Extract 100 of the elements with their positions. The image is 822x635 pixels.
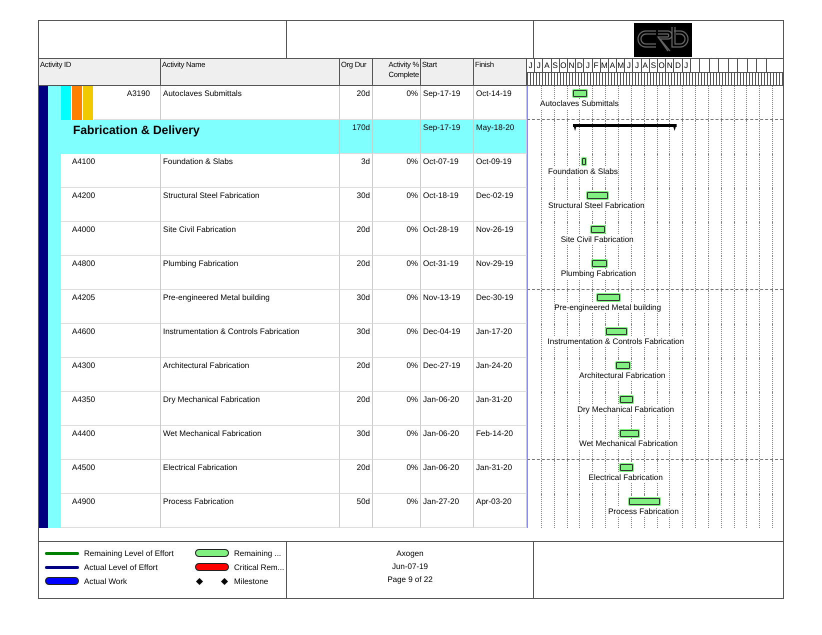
table-cell: Nov-13-19 xyxy=(421,290,474,324)
table-cell: 30d xyxy=(340,426,373,460)
activity-id: A4800 xyxy=(61,256,160,290)
month-label: A xyxy=(543,59,552,72)
table-cell: Jan-17-20 xyxy=(474,324,527,358)
activity-id: A4000 xyxy=(61,222,160,256)
month-label: F xyxy=(592,59,601,72)
table-cell: 0% xyxy=(373,494,421,528)
month-label: A xyxy=(608,59,618,72)
table-cell: Oct-07-19 xyxy=(421,154,474,188)
month-label: N xyxy=(568,59,576,72)
bar-label: Process Fabrication xyxy=(608,507,679,517)
month-label: J xyxy=(633,59,642,72)
legend-line-icon xyxy=(45,566,79,568)
table-cell: Site Civil Fabrication xyxy=(161,222,340,256)
month-label: N xyxy=(666,59,674,72)
activity-bar xyxy=(582,158,586,165)
table-cell: 3d xyxy=(340,154,373,188)
month-label: J xyxy=(527,59,536,72)
table-cell: Jan-06-20 xyxy=(421,426,474,460)
month-label: J xyxy=(625,59,634,72)
table-cell: Oct-18-19 xyxy=(421,188,474,222)
table-cell: 0% xyxy=(373,154,421,188)
table-cell: 0% xyxy=(373,222,421,256)
month-label: S xyxy=(650,59,658,72)
activity-id: A4200 xyxy=(61,188,160,222)
table-cell: Jan-06-20 xyxy=(421,392,474,426)
page-number: Page 9 of 22 xyxy=(387,574,433,585)
legend-label: Actual Work xyxy=(84,576,127,586)
activity-bar xyxy=(620,464,634,471)
table-cell: Dec-04-19 xyxy=(421,324,474,358)
table-cell: 30d xyxy=(340,290,373,324)
legend-bar-icon xyxy=(195,563,229,571)
table-cell: Electrical Fabrication xyxy=(161,460,340,494)
activity-bar xyxy=(620,430,639,437)
table-cell: Foundation & Slabs xyxy=(161,154,340,188)
month-label: M xyxy=(617,59,626,72)
table-cell: Jan-31-20 xyxy=(474,460,527,494)
legend-label: Actual Level of Effort xyxy=(84,562,158,572)
activity-bar xyxy=(620,396,634,403)
activity-bar xyxy=(597,294,620,301)
table-cell: Jan-24-20 xyxy=(474,358,527,392)
bar-label: Architectural Fabrication xyxy=(579,371,666,381)
activity-bar xyxy=(590,226,606,233)
month-label: D xyxy=(674,59,683,72)
table-cell: 0% xyxy=(373,426,421,460)
print-date: Jun-07-19 xyxy=(392,561,428,572)
table-cell: 20d xyxy=(340,222,373,256)
activity-id: A4100 xyxy=(61,154,160,188)
activity-id: A4400 xyxy=(61,426,160,460)
table-cell: 50d xyxy=(340,494,373,528)
bar-label: Instrumentation & Controls Fabrication xyxy=(548,337,684,347)
table-cell: Dry Mechanical Fabrication xyxy=(161,392,340,426)
table-cell: 0% xyxy=(373,324,421,358)
table-cell: Jan-27-20 xyxy=(421,494,474,528)
bar-label: Autoclaves Submittals xyxy=(540,99,619,109)
activity-bar xyxy=(592,260,607,267)
table-cell: Apr-03-20 xyxy=(474,494,527,528)
bar-label: Site Civil Fabrication xyxy=(560,235,634,245)
month-label: O xyxy=(560,59,568,72)
table-cell: Oct-31-19 xyxy=(421,256,474,290)
table-cell: Sep-17-19 xyxy=(421,120,474,154)
activity-bar xyxy=(586,192,608,199)
month-label: J xyxy=(584,59,592,72)
table-cell: Jan-06-20 xyxy=(421,460,474,494)
table-cell: 20d xyxy=(340,460,373,494)
bar-label: Pre-engineered Metal building xyxy=(554,303,662,313)
activity-id: A4600 xyxy=(61,324,160,358)
table-cell xyxy=(373,120,421,154)
table-cell: Process Fabrication xyxy=(161,494,340,528)
table-cell: 0% xyxy=(373,460,421,494)
table-cell: May-18-20 xyxy=(474,120,527,154)
legend-bar-icon xyxy=(45,577,79,585)
activity-bar xyxy=(606,328,628,335)
table-cell: 0% xyxy=(373,188,421,222)
table-cell: Wet Mechanical Fabrication xyxy=(161,426,340,460)
table-cell: Nov-26-19 xyxy=(474,222,527,256)
table-cell: Feb-14-20 xyxy=(474,426,527,460)
bar-label: Electrical Fabrication xyxy=(588,473,663,483)
month-label: O xyxy=(658,59,666,72)
table-cell: Jan-31-20 xyxy=(474,392,527,426)
activity-id: A4900 xyxy=(61,494,160,528)
table-cell: 0% xyxy=(373,290,421,324)
table-cell: 0% xyxy=(373,256,421,290)
bar-label: Structural Steel Fabrication xyxy=(548,201,645,211)
legend-label: Remaining ... xyxy=(234,548,282,558)
table-cell: 170d xyxy=(340,120,373,154)
table-cell: Oct-09-19 xyxy=(474,154,527,188)
table-cell: Oct-28-19 xyxy=(421,222,474,256)
table-cell: 30d xyxy=(340,324,373,358)
table-cell: Nov-29-19 xyxy=(474,256,527,290)
bar-label: Plumbing Fabrication xyxy=(560,269,636,279)
table-cell: Dec-30-19 xyxy=(474,290,527,324)
table-cell: 20d xyxy=(340,392,373,426)
activity-id: A4300 xyxy=(61,358,160,392)
table-cell: Plumbing Fabrication xyxy=(161,256,340,290)
table-cell: 20d xyxy=(340,358,373,392)
bar-label: Foundation & Slabs xyxy=(548,167,618,177)
legend-label: Milestone xyxy=(234,576,268,586)
month-label: A xyxy=(642,59,650,72)
